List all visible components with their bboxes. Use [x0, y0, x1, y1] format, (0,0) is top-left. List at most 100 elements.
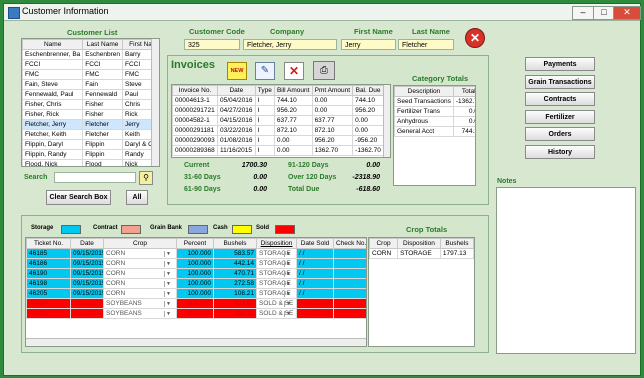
nav-button-orders[interactable]: Orders — [525, 127, 595, 141]
chevron-down-icon[interactable]: ▼ — [164, 281, 172, 287]
customer-row[interactable]: Fisher, Chris Fisher Chris — [22, 99, 159, 110]
chevron-down-icon[interactable]: ▼ — [164, 311, 172, 317]
chevron-down-icon[interactable]: ▼ — [164, 291, 172, 297]
chevron-down-icon[interactable]: ▼ — [284, 261, 292, 267]
customer-row[interactable]: Fletcher, Keith Fletcher Keith — [22, 129, 159, 140]
column-header[interactable]: Bill Amount — [273, 85, 313, 96]
table-cell[interactable]: STORAGE▼ — [256, 258, 297, 269]
column-header[interactable]: Name — [22, 39, 84, 50]
last-name-field[interactable]: Fletcher — [398, 39, 454, 50]
chevron-down-icon[interactable]: ▼ — [284, 311, 292, 317]
grain-row[interactable]: 46185 09/15/2015 CORN ▼ 100.000 583.57 STORAGE… — [26, 248, 366, 259]
search-icon[interactable]: ⚲ — [139, 171, 153, 185]
new-invoice-icon[interactable]: NEW — [227, 62, 247, 80]
column-header[interactable]: Invoice No. — [172, 85, 218, 96]
delete-icon[interactable]: ✕ — [284, 62, 304, 80]
customer-row[interactable]: Eschenbrenner, Ba Eschenbren Barry — [22, 49, 159, 60]
column-header[interactable]: Last Name — [82, 39, 123, 50]
grain-row[interactable]: 46198 09/15/2015 CORN ▼ 100.000 272.58 STORAGE… — [26, 278, 366, 289]
table-cell[interactable]: STORAGE▼ — [256, 288, 297, 299]
chevron-down-icon[interactable]: ▼ — [164, 271, 172, 277]
invoices-scrollbar[interactable] — [383, 85, 390, 157]
minimize-button[interactable]: – — [572, 6, 594, 20]
column-header[interactable]: Disposition — [256, 238, 297, 249]
table-cell[interactable]: CORN ▼ — [103, 278, 177, 289]
chevron-down-icon[interactable]: ▼ — [284, 251, 292, 257]
grain-row[interactable]: 48993 10/13/2015 SOYBEANS ▼ 100.000 268.36 SOL… — [26, 308, 366, 319]
column-header[interactable]: Date — [216, 85, 256, 96]
column-header[interactable]: Date Sold — [296, 238, 334, 249]
invoice-row[interactable]: 00000291181 03/22/2016 I 872.10 872.10 0.00 — [172, 125, 384, 136]
crop-totals-title: Crop Totals — [406, 225, 448, 234]
all-button[interactable]: All — [126, 190, 148, 205]
customer-row[interactable]: Fisher, Rick Fisher Rick — [22, 109, 159, 120]
close-icon[interactable]: ✕ — [465, 28, 485, 48]
edit-icon[interactable]: ✎ — [255, 62, 275, 80]
table-cell[interactable]: CORN ▼ — [103, 248, 177, 259]
chevron-down-icon[interactable]: ▼ — [284, 301, 292, 307]
notes-textarea[interactable] — [496, 187, 636, 354]
table-cell[interactable]: SOYBEANS ▼ — [103, 298, 177, 309]
nav-button-grain-transactions[interactable]: Grain Transactions — [525, 74, 595, 89]
company-field[interactable]: Fletcher, Jerry — [243, 39, 337, 50]
column-header[interactable]: Check No. — [333, 238, 366, 249]
invoice-row[interactable]: 00004613-1 05/04/2016 I 744.10 0.00 744.10 — [172, 95, 384, 106]
select-value: STORAGE — [259, 290, 291, 297]
customer-row[interactable]: Fletcher, Jerry Fletcher Jerry — [22, 119, 159, 130]
invoice-row[interactable]: 00000291721 04/27/2016 I 956.20 0.00 956.20 — [172, 105, 384, 116]
first-name-field[interactable]: Jerry — [341, 39, 396, 50]
chevron-down-icon[interactable]: ▼ — [284, 281, 292, 287]
customer-row[interactable]: Fain, Steve Fain Steve — [22, 79, 159, 90]
customer-row[interactable]: FCCI FCCI FCCI — [22, 59, 159, 70]
table-cell[interactable]: SOLD & SE▼ — [256, 308, 297, 319]
maximize-button[interactable]: □ — [593, 6, 615, 20]
table-cell: 11/16/2015 — [216, 145, 256, 156]
table-cell[interactable]: CORN ▼ — [103, 288, 177, 299]
table-cell[interactable]: SOYBEANS ▼ — [103, 308, 177, 319]
table-cell: Fisher, Chris — [22, 99, 84, 110]
column-header[interactable]: Bushels — [213, 238, 257, 249]
chevron-down-icon[interactable]: ▼ — [164, 301, 172, 307]
customer-code-field[interactable]: 325 — [184, 39, 240, 50]
customer-row[interactable]: Flood, Nick Flood Nick — [22, 159, 159, 166]
grain-row[interactable]: 46190 09/15/2015 CORN ▼ 100.000 470.71 STORAGE… — [26, 268, 366, 279]
customer-list-scrollbar[interactable] — [151, 39, 159, 166]
chevron-down-icon[interactable]: ▼ — [284, 271, 292, 277]
table-cell[interactable]: CORN ▼ — [103, 268, 177, 279]
chevron-down-icon[interactable]: ▼ — [164, 261, 172, 267]
nav-button-payments[interactable]: Payments — [525, 57, 595, 71]
column-header[interactable]: Date — [70, 238, 104, 249]
chevron-down-icon[interactable]: ▼ — [164, 251, 172, 257]
nav-button-fertilizer[interactable]: Fertilizer — [525, 109, 595, 124]
grain-hscrollbar[interactable] — [26, 338, 366, 346]
table-cell[interactable]: SOLD & SE▼ — [256, 298, 297, 309]
grain-row[interactable]: 46205 09/15/2015 CORN ▼ 100.000 108.21 STORAGE… — [26, 288, 366, 299]
print-icon[interactable]: ⎙ — [313, 61, 335, 80]
close-window-button[interactable]: ✕ — [613, 6, 641, 20]
table-cell: 956.20 — [273, 105, 313, 116]
search-input[interactable] — [54, 172, 136, 183]
invoice-row[interactable]: 00000289368 11/16/2015 I 0.00 1362.70 -1362.7… — [172, 145, 384, 156]
column-header[interactable]: Percent — [176, 238, 214, 249]
column-header[interactable]: Ticket No. — [26, 238, 71, 249]
grain-row[interactable]: 48484 10/13/2015 SOYBEANS ▼ 100.000 431.97 SOL… — [26, 298, 366, 309]
table-cell[interactable]: STORAGE▼ — [256, 268, 297, 279]
column-header[interactable]: Pmt Amount — [311, 85, 354, 96]
table-cell[interactable]: STORAGE▼ — [256, 248, 297, 259]
column-header[interactable]: Crop — [103, 238, 177, 249]
invoice-row[interactable]: 00004582-1 04/15/2016 I 637.77 637.77 0.00 — [172, 115, 384, 126]
nav-button-history[interactable]: History — [525, 144, 595, 159]
column-header[interactable]: Type — [254, 85, 275, 96]
customer-row[interactable]: Flippin, DarylFlippinDaryl & Cathy — [22, 139, 159, 150]
customer-row[interactable]: FMC FMC FMC — [22, 69, 159, 80]
chevron-down-icon[interactable]: ▼ — [284, 291, 292, 297]
grain-row[interactable]: 46186 09/15/2015 CORN ▼ 100.000 442.14 STORAGE… — [26, 258, 366, 269]
table-cell[interactable]: STORAGE▼ — [256, 278, 297, 289]
nav-button-contracts[interactable]: Contracts — [525, 92, 595, 106]
invoice-row[interactable]: 00000290093 01/08/2016 I 0.00 956.20 -956.20 — [172, 135, 384, 146]
table-cell[interactable]: CORN ▼ — [103, 258, 177, 269]
customer-row[interactable]: Fennewald, Paul Fennewald Paul — [22, 89, 159, 100]
customer-row[interactable]: Flippin, Randy Flippin Randy — [22, 149, 159, 160]
clear-search-button[interactable]: Clear Search Box — [46, 190, 111, 205]
column-header[interactable]: Bal. Due — [352, 85, 384, 96]
